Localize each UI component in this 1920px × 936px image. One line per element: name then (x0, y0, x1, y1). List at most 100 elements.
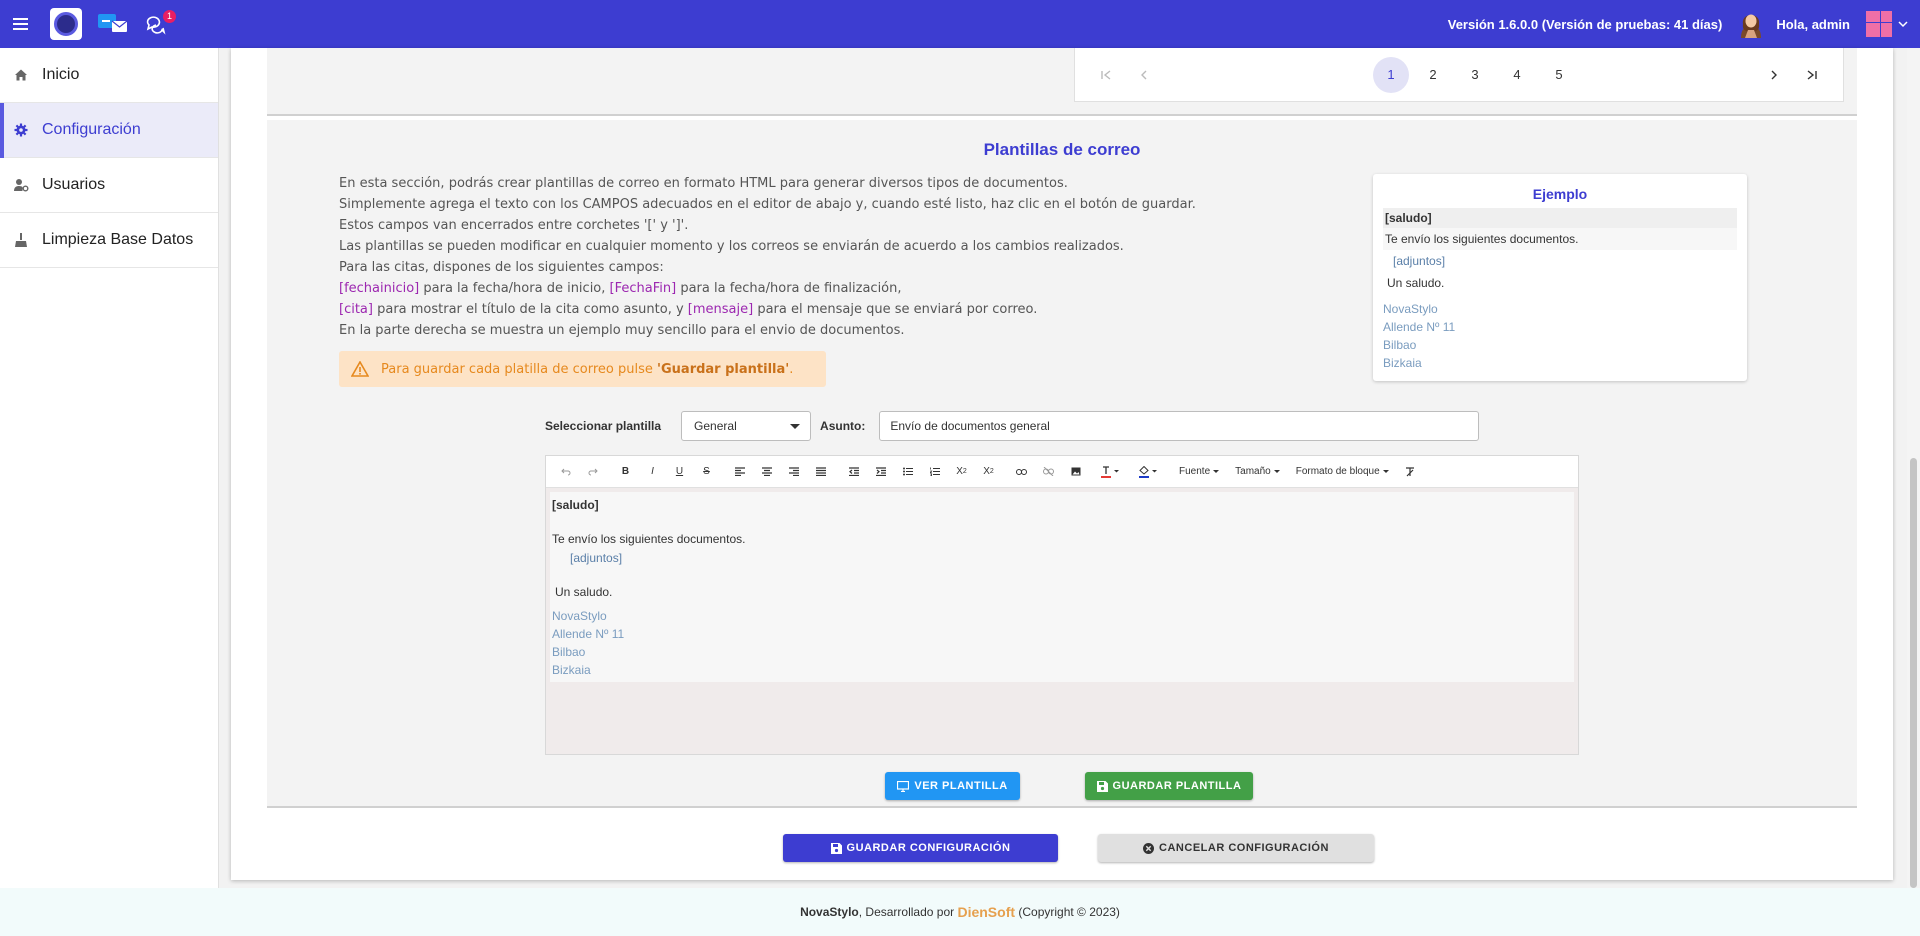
indent-icon[interactable] (867, 460, 894, 484)
sidebar-item-limpieza[interactable]: Limpieza Base Datos (0, 213, 218, 268)
description-line: En esta sección, podrás crear plantillas… (339, 176, 1068, 191)
next-page-icon[interactable] (1755, 56, 1793, 94)
field-keyword: [FechaFin] (609, 281, 677, 296)
subscript-icon[interactable]: X2 (948, 460, 975, 484)
save-template-button[interactable]: GUARDAR PLANTILLA (1085, 772, 1253, 800)
example-line: Te envío los siguientes documentos. (1383, 228, 1737, 250)
page-button[interactable]: 2 (1415, 57, 1451, 93)
highlight-color-icon[interactable] (1133, 460, 1165, 484)
sidebar: Inicio Configuración Usuarios Limpieza B… (0, 48, 219, 888)
view-template-label: VER PLANTILLA (914, 780, 1008, 792)
notification-badge: 1 (163, 10, 176, 23)
clear-format-icon[interactable] (1397, 460, 1424, 484)
app-logo[interactable] (50, 8, 82, 40)
warning-alert: Para guardar cada platilla de correo pul… (339, 351, 826, 387)
description-line: Las plantillas se pueden modificar en cu… (339, 239, 1124, 254)
description-line: Para las citas, dispones de los siguient… (339, 260, 664, 275)
field-keyword: [mensaje] (687, 302, 754, 317)
description-text: para la fecha/hora de inicio, (419, 281, 610, 296)
description-line: En la parte derecha se muestra un ejempl… (339, 323, 905, 338)
subject-input-value: Envío de documentos general (890, 419, 1050, 433)
pagination: 1 2 3 4 5 (1074, 48, 1844, 102)
scrollbar-thumb[interactable] (1910, 458, 1917, 888)
subject-label: Asunto: (820, 419, 866, 433)
text-color-icon[interactable] (1095, 460, 1127, 484)
font-dropdown[interactable]: Fuente (1171, 466, 1227, 477)
description-text: para mostrar el título de la cita como a… (372, 302, 688, 317)
italic-icon[interactable]: I (639, 460, 666, 484)
bullet-list-icon[interactable] (894, 460, 921, 484)
broom-icon (12, 231, 30, 249)
underline-icon[interactable]: U (666, 460, 693, 484)
editor-closing: Un saludo. (555, 585, 613, 599)
superscript-icon[interactable]: X2 (975, 460, 1002, 484)
warning-end: . (789, 361, 794, 377)
mail-icon[interactable] (96, 12, 130, 36)
align-left-icon[interactable] (726, 460, 753, 484)
page-button[interactable]: 5 (1541, 57, 1577, 93)
image-icon[interactable] (1062, 460, 1089, 484)
sidebar-item-inicio[interactable]: Inicio (0, 48, 218, 103)
top-bar: 1 Versión 1.6.0.0 (Versión de pruebas: 4… (0, 0, 1920, 48)
save-icon (830, 842, 842, 854)
cancel-configuration-button[interactable]: CANCELAR CONFIGURACIÓN (1098, 834, 1374, 862)
editor-address-line: Bizkaia (552, 663, 591, 677)
example-address-line: NovaStylo (1383, 302, 1438, 316)
main-content: 1 2 3 4 5 Plantillas de correo En esta s… (219, 48, 1907, 888)
outdent-icon[interactable] (840, 460, 867, 484)
description-line: Simplemente agrega el texto con los CAMP… (339, 197, 1196, 212)
unlink-icon[interactable] (1035, 460, 1062, 484)
example-saludo: [saludo] (1383, 208, 1737, 228)
footer-copyright: (Copyright © 2023) (1015, 905, 1120, 919)
subject-input[interactable]: Envío de documentos general (879, 411, 1480, 441)
editor-address-line: NovaStylo (552, 609, 607, 623)
page-button[interactable]: 1 (1373, 56, 1409, 93)
description-line: [fechainicio] para la fecha/hora de inic… (339, 278, 1289, 299)
editor-content[interactable]: [saludo] Te envío los siguientes documen… (550, 492, 1574, 682)
previous-section: 1 2 3 4 5 (267, 48, 1857, 116)
chat-icon[interactable]: 1 (144, 10, 176, 36)
sidebar-item-label: Limpieza Base Datos (42, 231, 194, 248)
align-right-icon[interactable] (780, 460, 807, 484)
avatar[interactable] (1736, 8, 1766, 40)
example-closing: Un saludo. (1387, 276, 1445, 290)
menu-icon[interactable] (2, 0, 38, 48)
apps-grid-icon[interactable] (1866, 11, 1892, 37)
settings-card: 1 2 3 4 5 Plantillas de correo En esta s… (231, 48, 1893, 880)
strikethrough-icon[interactable]: S (693, 460, 720, 484)
save-configuration-button[interactable]: GUARDAR CONFIGURACIÓN (783, 834, 1058, 862)
bold-icon[interactable]: B (612, 460, 639, 484)
chevron-down-icon[interactable] (1898, 19, 1908, 29)
editor-saludo: [saludo] (552, 498, 599, 512)
version-label: Versión 1.6.0.0 (Versión de pruebas: 41 … (1447, 16, 1723, 32)
first-page-icon[interactable] (1087, 56, 1125, 94)
size-dropdown[interactable]: Tamaño (1227, 466, 1288, 477)
page-button[interactable]: 4 (1499, 57, 1535, 93)
page-button[interactable]: 3 (1457, 57, 1493, 93)
user-greeting[interactable]: Hola, admin (1776, 17, 1850, 32)
last-page-icon[interactable] (1793, 56, 1831, 94)
sidebar-item-label: Usuarios (42, 176, 106, 193)
user-cog-icon (12, 176, 30, 194)
gear-icon (12, 121, 30, 139)
warning-bold: 'Guardar plantilla' (657, 361, 790, 377)
template-select[interactable]: General (681, 411, 812, 441)
field-keyword: [cita] (339, 302, 373, 317)
block-format-dropdown[interactable]: Formato de bloque (1288, 466, 1397, 477)
editor-toolbar: B I U S X2 X2 Fuente Tamaño Formato de b… (546, 456, 1578, 488)
align-justify-icon[interactable] (807, 460, 834, 484)
view-template-button[interactable]: VER PLANTILLA (885, 772, 1020, 800)
link-icon[interactable] (1008, 460, 1035, 484)
prev-page-icon[interactable] (1125, 56, 1163, 94)
numbered-list-icon[interactable] (921, 460, 948, 484)
sidebar-item-configuracion[interactable]: Configuración (0, 103, 218, 158)
editor-adjuntos: [adjuntos] (570, 551, 623, 565)
cancel-circle-icon (1143, 842, 1155, 854)
redo-icon[interactable] (579, 460, 606, 484)
sidebar-item-usuarios[interactable]: Usuarios (0, 158, 218, 213)
save-template-label: GUARDAR PLANTILLA (1112, 780, 1242, 792)
developer-link[interactable]: DienSoft (957, 904, 1015, 920)
align-center-icon[interactable] (753, 460, 780, 484)
description-text: para el mensaje que se enviará por corre… (753, 302, 1038, 317)
undo-icon[interactable] (552, 460, 579, 484)
